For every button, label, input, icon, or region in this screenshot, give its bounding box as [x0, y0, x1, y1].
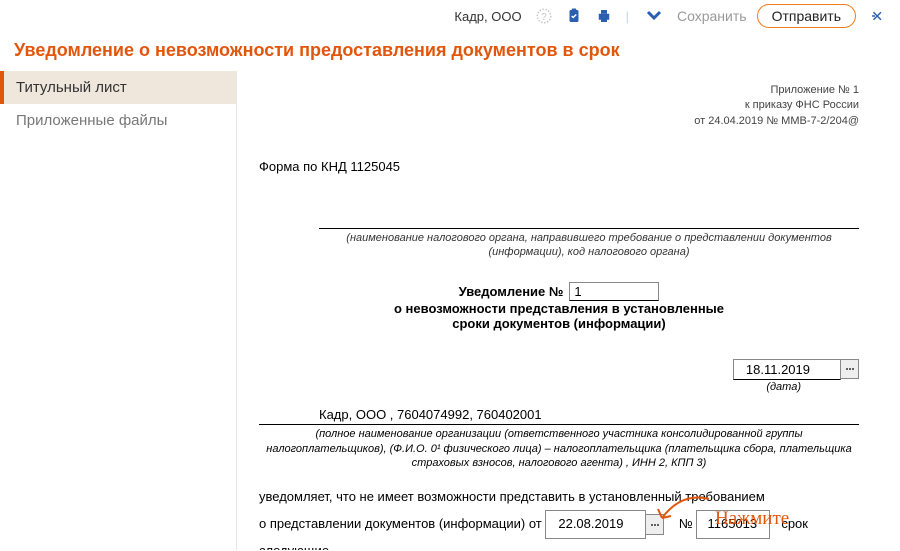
date-picker-button[interactable] [841, 359, 859, 379]
date-field[interactable]: 18.11.2019 [733, 359, 841, 380]
sidebar-item-attached-files[interactable]: Приложенные файлы [0, 104, 236, 137]
svg-text:?: ? [541, 12, 547, 23]
organization-line: Кадр, ООО , 7604074992, 760402001 [259, 407, 859, 422]
notice-prefix: Уведомление № [459, 284, 564, 299]
notice-number-field[interactable]: 1 [569, 282, 659, 301]
org-name: Кадр, ООО [454, 9, 521, 24]
clipboard-icon[interactable] [564, 6, 584, 26]
organization-caption: (полное наименование организации (ответс… [259, 427, 859, 472]
save-button: Сохранить [677, 8, 747, 24]
separator: | [624, 9, 631, 24]
requirement-date-field[interactable]: 22.08.2019 [545, 510, 646, 539]
send-button[interactable]: Отправить [757, 4, 856, 28]
page-title: Уведомление о невозможности предоставлен… [0, 34, 900, 71]
body-line1: уведомляет, что не имеет возможности пре… [259, 485, 859, 510]
help-icon[interactable]: ? [534, 6, 554, 26]
annotation-arrow-icon [654, 494, 714, 524]
toolbar: Кадр, ООО ? | Сохранить Отправить [0, 0, 900, 34]
attachment-note-line3: от 24.04.2019 № ММВ-7-2/204@ [259, 114, 859, 129]
sidebar-item-title-page[interactable]: Титульный лист [0, 71, 236, 104]
tax-org-caption: (наименование налогового органа, направи… [259, 231, 859, 260]
tax-org-input-line[interactable] [319, 228, 859, 229]
attachment-note-line1: Приложение № 1 [259, 83, 859, 98]
annotation-text: Нажмите [715, 508, 789, 530]
attachment-note-line2: к приказу ФНС России [259, 98, 859, 113]
notice-line3: сроки документов (информации) [259, 316, 859, 331]
attachment-note: Приложение № 1 к приказу ФНС России от 2… [259, 83, 859, 129]
sidebar: Титульный лист Приложенные файлы [0, 71, 236, 550]
body-line2-prefix: о представлении документов (информации) … [259, 516, 542, 531]
document-pane[interactable]: Приложение № 1 к приказу ФНС России от 2… [236, 71, 900, 550]
date-caption: (дата) [259, 381, 859, 393]
notice-heading: Уведомление № 1 о невозможности представ… [259, 282, 859, 331]
chevron-down-icon[interactable] [641, 6, 667, 27]
print-icon[interactable] [594, 6, 614, 26]
notice-line2: о невозможности представления в установл… [259, 301, 859, 316]
close-icon[interactable] [866, 7, 890, 25]
form-code: Форма по КНД 1125045 [259, 159, 859, 174]
